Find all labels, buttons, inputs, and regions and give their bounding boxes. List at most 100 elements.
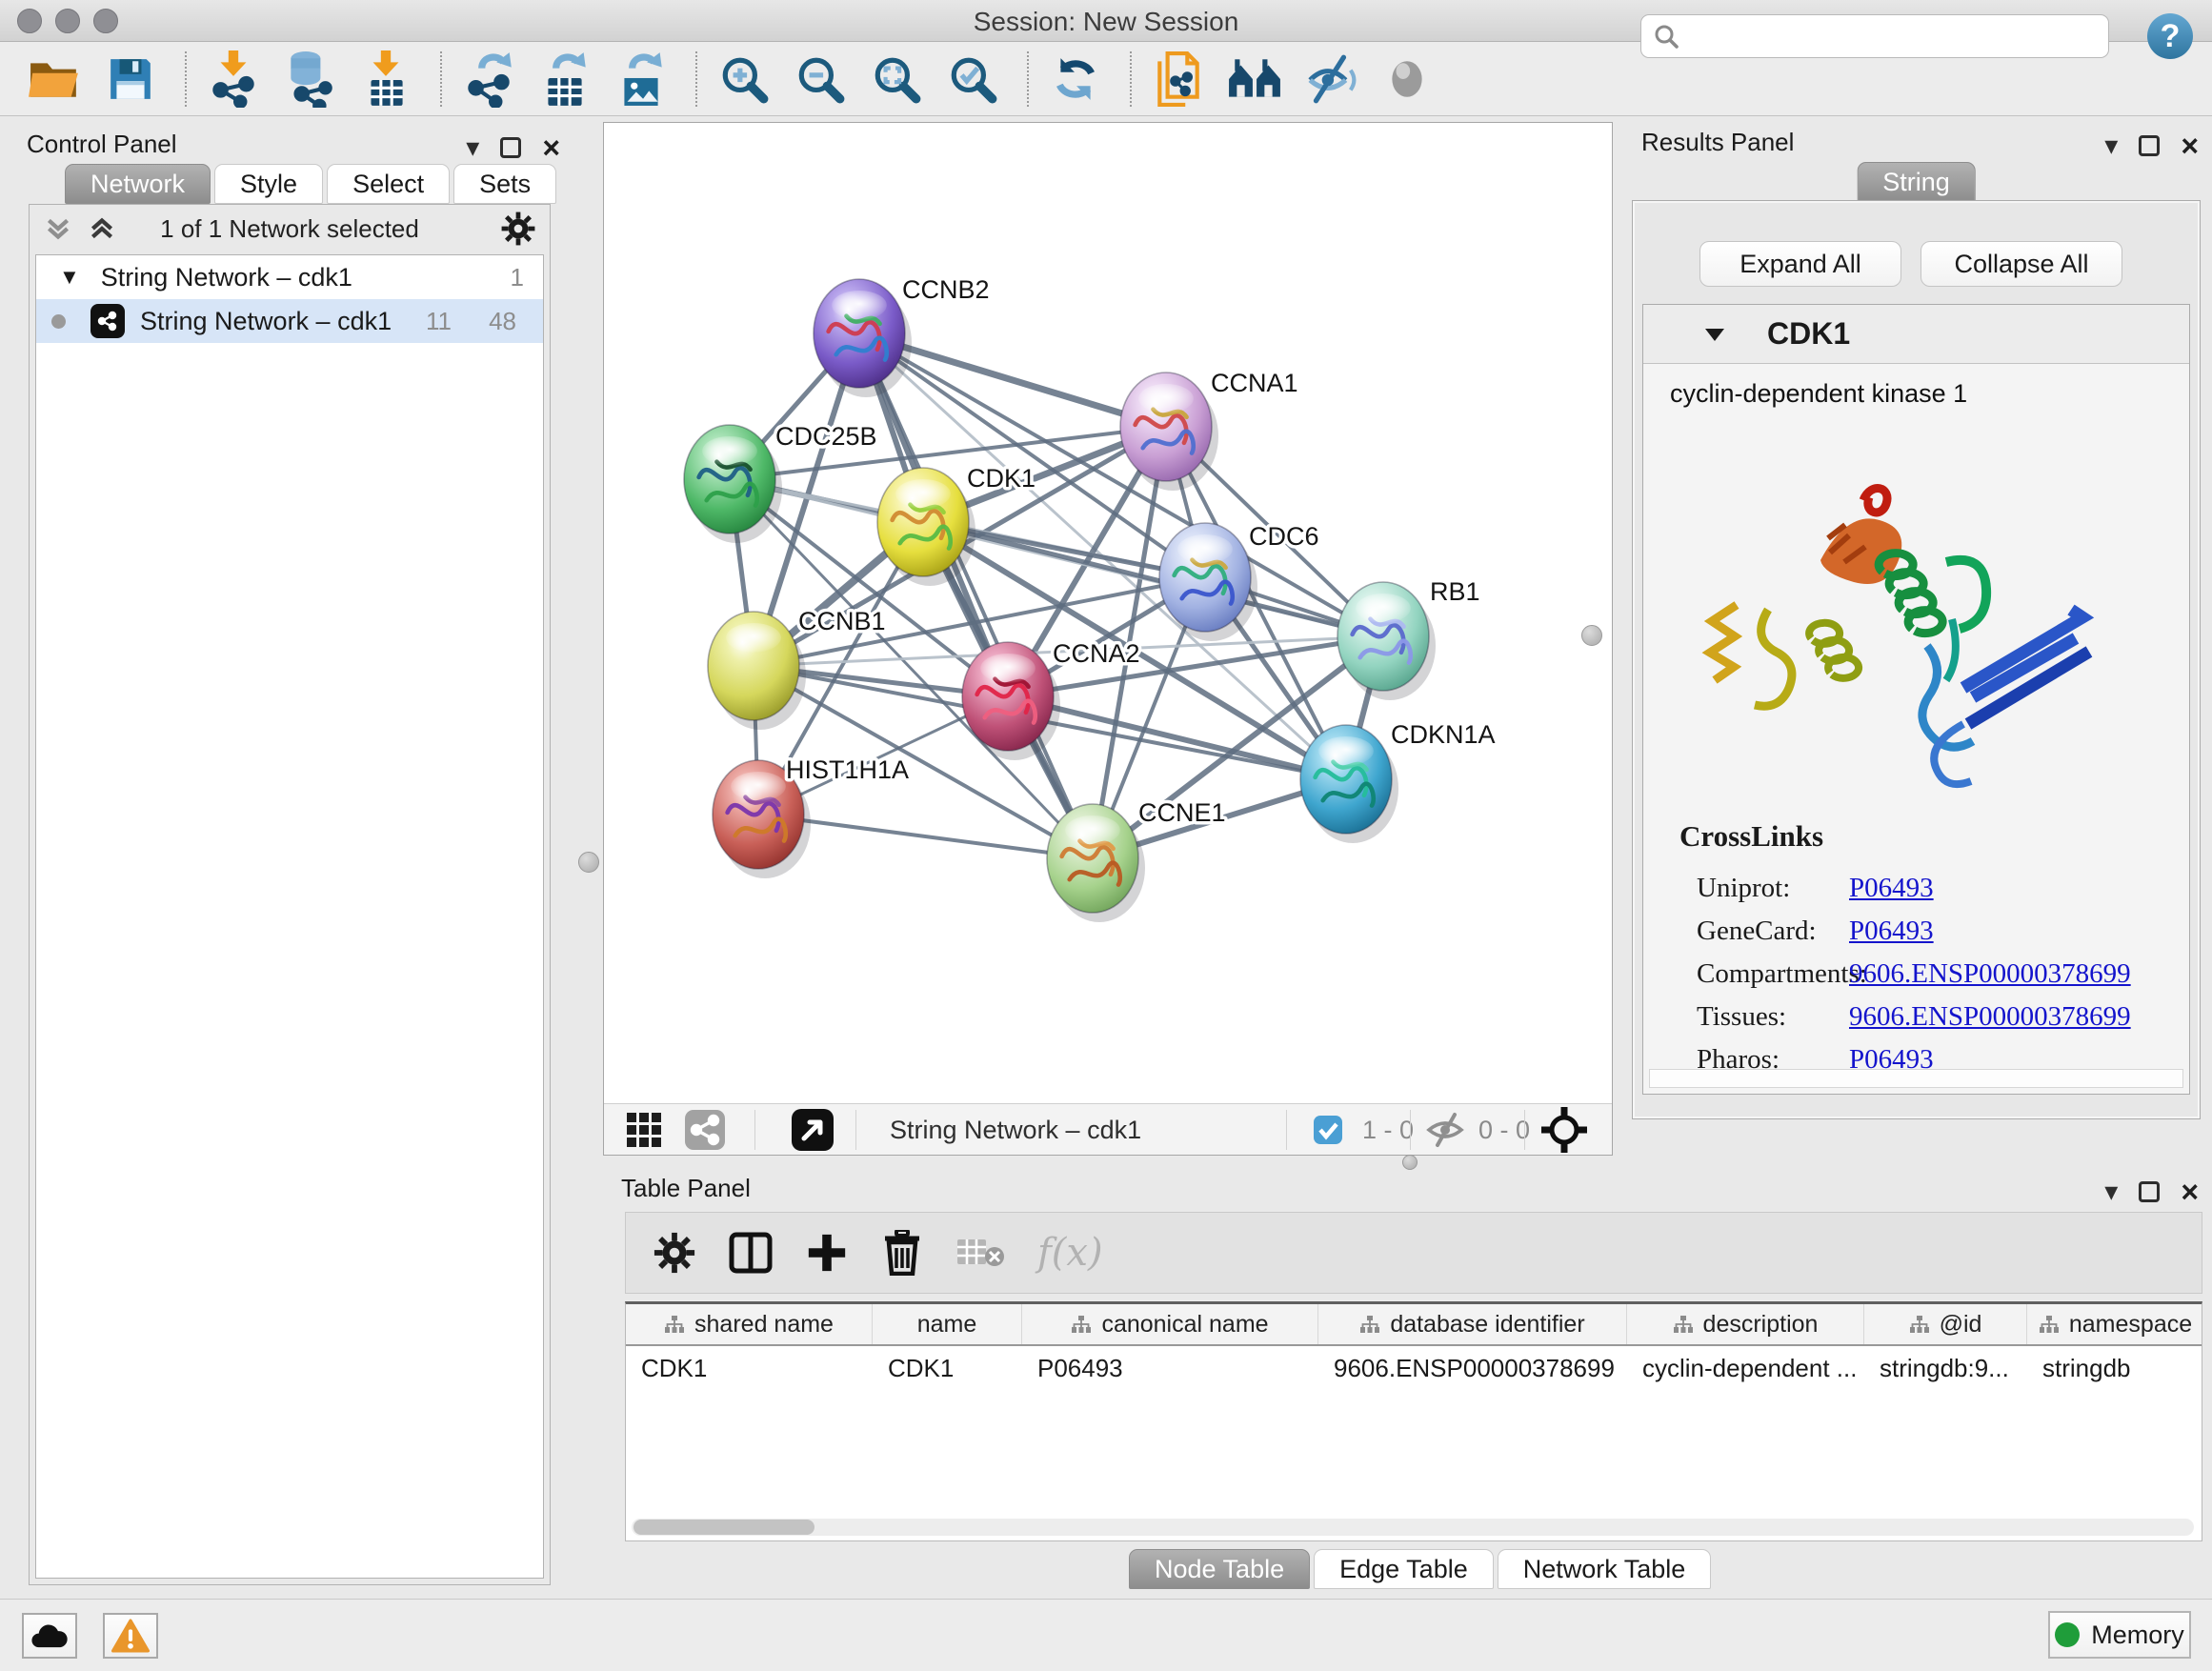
column-header-database-identifier[interactable]: database identifier — [1318, 1304, 1627, 1344]
document-network-icon[interactable] — [1149, 50, 1208, 109]
crosslink-row: Tissues:9606.ENSP00000378699 — [1679, 996, 2131, 1038]
column-header-description[interactable]: description — [1627, 1304, 1864, 1344]
column-header-@id[interactable]: @id — [1864, 1304, 2027, 1344]
table-cell[interactable]: CDK1 — [626, 1346, 873, 1390]
gene-description: cyclin-dependent kinase 1 — [1670, 379, 1967, 409]
panel-dropdown-icon[interactable]: ▾ — [2104, 130, 2118, 161]
scrollbar-thumb[interactable] — [633, 1520, 814, 1535]
zoom-out-icon[interactable] — [791, 50, 850, 109]
panel-close-icon[interactable]: × — [542, 137, 560, 158]
node-CCNB2[interactable]: CCNB2 — [814, 275, 990, 397]
table-cell[interactable]: stringdb:9... — [1864, 1346, 2027, 1390]
delete-column-trash-icon[interactable] — [881, 1230, 923, 1276]
section-collapse-icon[interactable] — [1704, 327, 1725, 342]
help-icon[interactable]: ? — [2147, 13, 2193, 59]
table-cell[interactable]: P06493 — [1022, 1346, 1318, 1390]
panel-float-icon[interactable] — [2139, 135, 2160, 156]
node-label-CCNE1: CCNE1 — [1138, 798, 1226, 827]
column-header-canonical-name[interactable]: canonical name — [1022, 1304, 1318, 1344]
panel-float-icon[interactable] — [500, 137, 521, 158]
network-view[interactable]: CCNB2CCNA1CDC25BCDK1CDC6RB1CCNB1CCNA2CDK… — [603, 122, 1613, 1156]
zoom-in-icon[interactable] — [714, 50, 774, 109]
table-cell[interactable]: 9606.ENSP00000378699 — [1318, 1346, 1627, 1390]
zoom-selected-icon[interactable] — [943, 50, 1002, 109]
export-image-icon[interactable] — [612, 50, 671, 109]
node-CCNE1[interactable]: CCNE1 — [1047, 798, 1226, 922]
table-cell[interactable]: CDK1 — [873, 1346, 1022, 1390]
import-network-database-icon[interactable] — [280, 50, 339, 109]
string-homes-icon[interactable] — [1225, 50, 1284, 109]
table-horizontal-scrollbar[interactable] — [632, 1519, 2194, 1536]
tab-node-table[interactable]: Node Table — [1129, 1549, 1310, 1589]
node-CDKN1A[interactable]: CDKN1A — [1300, 720, 1496, 843]
crosslink-link[interactable]: 9606.ENSP00000378699 — [1849, 958, 2131, 990]
zoom-fit-icon[interactable] — [867, 50, 926, 109]
panel-dropdown-icon[interactable]: ▾ — [2104, 1176, 2118, 1207]
grid-view-icon[interactable] — [625, 1104, 663, 1156]
crosshair-icon[interactable] — [1541, 1104, 1587, 1156]
crosslink-row: GeneCard:P06493 — [1679, 910, 2131, 953]
right-splitter-handle[interactable] — [1581, 625, 1602, 646]
node-label-CCNA1: CCNA1 — [1211, 369, 1298, 397]
hide-graphics-eye-slash-icon[interactable] — [1301, 50, 1360, 109]
panel-float-icon[interactable] — [2139, 1181, 2160, 1202]
table-header-row: shared namenamecanonical namedatabase id… — [626, 1304, 2202, 1346]
show-graphics-eye-icon[interactable] — [1377, 50, 1437, 109]
import-network-file-icon[interactable] — [204, 50, 263, 109]
tree-expand-icon[interactable]: ▼ — [59, 265, 80, 290]
import-table-icon[interactable] — [356, 50, 415, 109]
column-header-shared-name[interactable]: shared name — [626, 1304, 873, 1344]
expand-all-button[interactable]: Expand All — [1699, 241, 1901, 287]
left-splitter-handle[interactable] — [578, 852, 599, 873]
birdseye-icon[interactable] — [791, 1104, 835, 1156]
search-input[interactable] — [1689, 22, 2108, 51]
crosslink-link[interactable]: 9606.ENSP00000378699 — [1849, 1001, 2131, 1033]
network-tree-child-row[interactable]: String Network – cdk1 11 48 — [36, 299, 543, 343]
hidden-eye-slash-icon[interactable] — [1425, 1104, 1465, 1156]
crosslink-link[interactable]: P06493 — [1849, 873, 1934, 904]
column-header-namespace[interactable]: namespace — [2027, 1304, 2202, 1344]
table-cell[interactable]: cyclin-dependent ... — [1627, 1346, 1864, 1390]
node-CDC25B[interactable]: CDC25B — [684, 422, 877, 543]
tab-network[interactable]: Network — [65, 164, 211, 204]
tab-edge-table[interactable]: Edge Table — [1314, 1549, 1494, 1589]
string-results-box: Expand All Collapse All CDK1 cyclin-depe… — [1632, 200, 2201, 1119]
crosslink-link[interactable]: P06493 — [1849, 916, 1934, 947]
node-RB1[interactable]: RB1 — [1337, 577, 1480, 700]
memory-button[interactable]: Memory — [2048, 1611, 2191, 1659]
tab-style[interactable]: Style — [214, 164, 323, 204]
tab-select[interactable]: Select — [327, 164, 450, 204]
network-graph[interactable]: CCNB2CCNA1CDC25BCDK1CDC6RB1CCNB1CCNA2CDK… — [604, 123, 1612, 1103]
node-HIST1H1A[interactable]: HIST1H1A — [713, 755, 909, 878]
node-label-CCNB2: CCNB2 — [902, 275, 990, 304]
column-header-name[interactable]: name — [873, 1304, 1022, 1344]
results-scrollbar[interactable] — [1649, 1069, 2183, 1088]
save-session-icon[interactable] — [101, 50, 160, 109]
warning-button[interactable] — [103, 1613, 158, 1659]
node-CCNA1[interactable]: CCNA1 — [1120, 369, 1298, 491]
selected-checkbox-icon[interactable] — [1313, 1104, 1343, 1156]
tab-string[interactable]: String — [1857, 162, 1976, 202]
network-tree-root-row[interactable]: ▼ String Network – cdk1 1 — [36, 255, 543, 299]
node-CDC6[interactable]: CDC6 — [1159, 522, 1319, 641]
share-view-icon[interactable] — [684, 1104, 726, 1156]
refresh-layout-icon[interactable] — [1046, 50, 1105, 109]
open-session-icon[interactable] — [25, 50, 84, 109]
panel-close-icon[interactable]: × — [2181, 1181, 2199, 1202]
tab-network-table[interactable]: Network Table — [1498, 1549, 1712, 1589]
node-table[interactable]: shared namenamecanonical namedatabase id… — [625, 1301, 2202, 1541]
panel-dropdown-icon[interactable]: ▾ — [466, 131, 479, 163]
export-network-icon[interactable] — [459, 50, 518, 109]
export-table-icon[interactable] — [535, 50, 594, 109]
table-gear-icon[interactable] — [653, 1231, 696, 1275]
cloud-button[interactable] — [22, 1613, 77, 1659]
collapse-all-button[interactable]: Collapse All — [1920, 241, 2122, 287]
gene-section-header[interactable]: CDK1 — [1643, 305, 2189, 364]
tab-sets[interactable]: Sets — [453, 164, 556, 204]
panel-close-icon[interactable]: × — [2181, 135, 2199, 156]
node-CDK1[interactable]: CDK1 — [877, 464, 1036, 586]
add-column-icon[interactable] — [805, 1231, 849, 1275]
split-columns-icon[interactable] — [729, 1231, 773, 1275]
table-cell[interactable]: stringdb — [2027, 1346, 2202, 1390]
table-row[interactable]: CDK1CDK1P064939606.ENSP00000378699cyclin… — [626, 1346, 2202, 1390]
